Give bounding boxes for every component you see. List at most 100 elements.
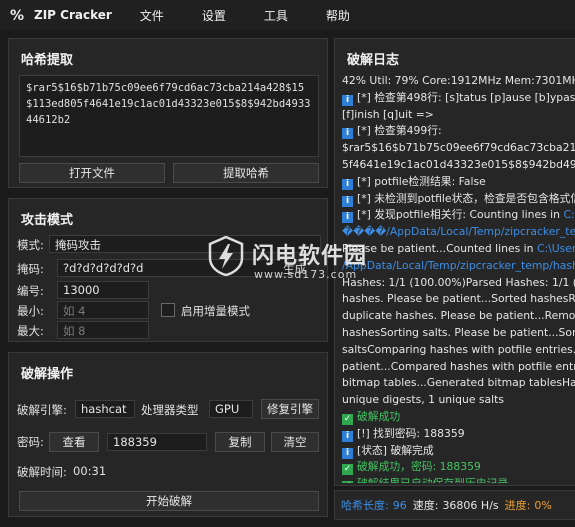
- info-icon: i: [342, 128, 353, 140]
- extract-hash-button[interactable]: 提取哈希: [173, 163, 319, 183]
- log-line: $rar5$16$b71b75c09ee6f79cd6ac73cba214a42…: [342, 140, 575, 157]
- info-icon: i: [342, 212, 353, 224]
- crack-time-value: 00:31: [73, 464, 107, 478]
- log-text: 5f4641e19c1ac01d43323e015$8$942bd4933446…: [342, 157, 575, 171]
- log-text: [状态] 破解完成: [357, 443, 434, 457]
- menu-settings[interactable]: 设置: [202, 7, 226, 24]
- progress-label: 进度:: [504, 499, 531, 512]
- view-password-button[interactable]: 查看: [49, 432, 99, 452]
- incremental-mode-checkbox[interactable]: [161, 303, 175, 317]
- hash-output-textarea[interactable]: $rar5$16$b71b75c09ee6f79cd6ac73cba214a42…: [19, 75, 319, 157]
- log-text: 破解成功，密码: 188359: [357, 460, 481, 474]
- info-icon: i: [342, 178, 353, 190]
- max-length-input[interactable]: 如 8: [57, 321, 149, 339]
- log-line: i [*] 检查第498行: [s]tatus [p]ause [b]ypass …: [342, 90, 575, 107]
- menu-tools[interactable]: 工具: [264, 7, 288, 24]
- processor-label: 处理器类型: [141, 403, 199, 417]
- log-text: hashesSorting salts. Please be patient..…: [342, 325, 575, 339]
- crack-time-label: 破解时间:: [17, 465, 67, 479]
- log-line: unique digests, 1 unique salts: [342, 392, 575, 409]
- hash-length-value: 96: [392, 498, 407, 512]
- hash-extract-panel: 哈希提取 $rar5$16$b71b75c09ee6f79cd6ac73cba2…: [8, 38, 328, 188]
- encoding-input[interactable]: 13000: [57, 281, 149, 299]
- log-text: hashes. Please be patient...Sorted hashe…: [342, 292, 575, 306]
- max-label: 最大:: [17, 324, 44, 338]
- menu-help[interactable]: 帮助: [326, 7, 350, 24]
- watermark-name: 闪电软件园: [252, 244, 368, 269]
- log-text: $rar5$16$b71b75c09ee6f79cd6ac73cba214a42…: [342, 141, 575, 155]
- speed-label: 速度:: [412, 499, 439, 512]
- log-line: patient...Compared hashes with potfile e…: [342, 359, 575, 376]
- status-bar: 哈希长度: 96 速度: 36806 H/s 进度: 0%: [334, 490, 575, 520]
- log-line: ✓ 破解结果已自动保存到历史记录: [342, 476, 575, 483]
- log-line: bitmap tables...Generated bitmap tablesH…: [342, 375, 575, 392]
- password-label: 密码:: [17, 435, 44, 449]
- incremental-mode-label: 启用增量模式: [181, 304, 250, 318]
- lightning-logo-icon: [208, 235, 244, 277]
- log-text: bitmap tables...Generated bitmap tablesH…: [342, 376, 575, 390]
- engine-label: 破解引擎:: [17, 403, 67, 417]
- svg-text:%: %: [10, 8, 24, 23]
- check-icon: ✓: [342, 413, 353, 425]
- log-text: [*] 发现potfile相关行: Counting lines in: [357, 208, 564, 222]
- info-icon: i: [342, 430, 353, 442]
- password-output[interactable]: 188359: [107, 433, 207, 451]
- log-text: 42% Util: 79% Core:1912MHz Mem:7301MHz: [342, 74, 575, 87]
- min-length-input[interactable]: 如 4: [57, 301, 149, 319]
- app-title: ZIP Cracker: [34, 8, 112, 22]
- log-text: [*] 检查第499行:: [357, 124, 442, 138]
- copy-password-button[interactable]: 复制: [215, 432, 265, 452]
- info-icon: i: [342, 447, 353, 459]
- min-label: 最小:: [17, 304, 44, 318]
- log-line: i [状态] 破解完成: [342, 443, 575, 460]
- log-line: hashes. Please be patient...Sorted hashe…: [342, 291, 575, 308]
- log-text: patient...Compared hashes with potfile e…: [342, 359, 575, 373]
- log-line: i [*] 未检测到potfile状态，检查是否包含格式信息: [342, 191, 575, 208]
- log-text: [*] 未检测到potfile状态，检查是否包含格式信息: [357, 191, 575, 205]
- log-line: duplicate hashes. Please be patient...Re…: [342, 308, 575, 325]
- engine-select[interactable]: hashcat: [75, 400, 135, 418]
- encoding-label: 编号:: [17, 284, 44, 298]
- op-panel-title: 破解操作: [21, 367, 74, 382]
- start-crack-button[interactable]: 开始破解: [19, 491, 319, 511]
- check-icon: ✓: [342, 464, 353, 476]
- mode-label: 模式:: [17, 238, 44, 252]
- app-logo-icon: %: [8, 6, 26, 24]
- log-line: i [!] 找到密码: 188359: [342, 426, 575, 443]
- log-text: [*] potfile检测结果: False: [357, 174, 486, 188]
- speed-value: 36806 H/s: [442, 498, 499, 512]
- log-line: ✓ 破解成功: [342, 409, 575, 426]
- generate-label: 生成: [283, 262, 306, 276]
- log-line: i [*] 发现potfile相关行: Counting lines in C:\…: [342, 207, 575, 224]
- log-text: saltsComparing hashes with potfile entri…: [342, 342, 575, 356]
- menu-bar: % ZIP Cracker 文件 设置 工具 帮助: [0, 0, 575, 30]
- hash-panel-title: 哈希提取: [21, 53, 74, 68]
- log-line: hashesSorting salts. Please be patient..…: [342, 325, 575, 342]
- log-text: 破解成功: [357, 409, 401, 423]
- crack-operation-panel: 破解操作 破解引擎: hashcat 处理器类型 GPU 修复引擎 密码: 查看…: [8, 352, 328, 517]
- log-line: [f]inish [q]uit =>: [342, 107, 575, 124]
- menu-file[interactable]: 文件: [140, 7, 164, 24]
- log-text: unique digests, 1 unique salts: [342, 393, 505, 407]
- log-line: saltsComparing hashes with potfile entri…: [342, 342, 575, 359]
- processor-select[interactable]: GPU: [209, 400, 253, 418]
- log-line: 42% Util: 79% Core:1912MHz Mem:7301MHz: [342, 73, 575, 90]
- log-text: [!] 找到密码: 188359: [357, 426, 465, 440]
- check-icon: ✓: [342, 481, 353, 483]
- mask-label: 掩码:: [17, 262, 44, 276]
- log-text: 破解结果已自动保存到历史记录: [357, 477, 508, 483]
- clear-password-button[interactable]: 清空: [271, 432, 319, 452]
- log-text: [f]inish [q]uit =>: [342, 107, 434, 121]
- log-text: [*] 检查第498行: [s]tatus [p]ause [b]ypass […: [357, 90, 575, 104]
- log-text: C:\Users\: [536, 241, 575, 255]
- info-icon: i: [342, 195, 353, 207]
- log-panel-title: 破解日志: [347, 53, 400, 68]
- open-file-button[interactable]: 打开文件: [19, 163, 165, 183]
- info-icon: i: [342, 94, 353, 106]
- log-text: C:\Users\: [563, 208, 575, 222]
- attack-panel-title: 攻击模式: [21, 213, 74, 228]
- log-line: 5f4641e19c1ac01d43323e015$8$942bd4933446…: [342, 157, 575, 174]
- progress-value: 0%: [534, 498, 552, 512]
- log-line: i [*] 检查第499行:: [342, 123, 575, 140]
- repair-engine-button[interactable]: 修复引擎: [261, 399, 319, 419]
